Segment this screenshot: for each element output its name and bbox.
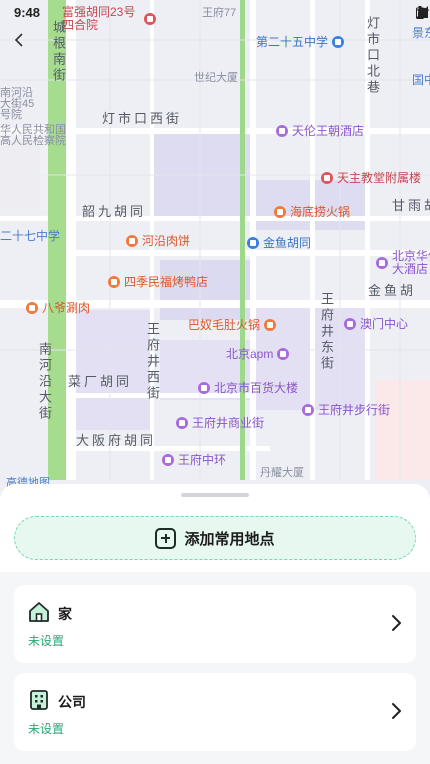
- hotel-icon: [276, 125, 288, 137]
- area-label: 世纪大厦: [194, 72, 238, 84]
- poi-heyan[interactable]: 河沿肉饼: [126, 235, 190, 247]
- poi-fuqiang[interactable]: 富强胡同23号四合院: [62, 6, 156, 32]
- street-label: 南河沿大街: [37, 342, 52, 422]
- area-label: 丹耀大厦: [260, 467, 304, 479]
- landmark-icon: [321, 172, 333, 184]
- restaurant-icon: [264, 319, 277, 331]
- shopping-icon: [277, 348, 290, 360]
- street-label: 王府井西街: [145, 322, 160, 402]
- poi-siji[interactable]: 四季民福烤鸭店: [108, 276, 208, 288]
- sheet-header: 添加常用地点: [0, 484, 430, 572]
- home-icon: [29, 602, 49, 622]
- building-icon: [30, 690, 48, 710]
- chevron-left-icon: [14, 33, 23, 47]
- restaurant-icon: [274, 206, 286, 218]
- street-label: 甘雨胡: [392, 198, 430, 213]
- home-title: 家: [58, 606, 72, 622]
- poi-bayeshu[interactable]: 八爷涮肉: [26, 302, 90, 314]
- poi-school[interactable]: 第二十五中学: [256, 36, 345, 48]
- street-label: 菜厂胡同: [68, 374, 133, 389]
- street-label: 王府井东街: [319, 292, 334, 372]
- area-label: 华人民共和国高人民检察院: [0, 124, 66, 147]
- restaurant-icon: [26, 302, 38, 314]
- school-icon: [332, 36, 345, 48]
- street-label: 金鱼胡: [368, 283, 417, 298]
- area-label: 南河沿大街45号院: [0, 87, 35, 121]
- poi-macau[interactable]: 澳门中心: [344, 318, 408, 330]
- street-label: 韶九胡同: [82, 204, 147, 219]
- drag-handle[interactable]: [181, 493, 249, 497]
- poi-pin-icon: [144, 13, 156, 25]
- add-common-place-button[interactable]: 添加常用地点: [14, 516, 416, 560]
- subway-icon: [247, 237, 259, 249]
- company-title: 公司: [58, 694, 86, 710]
- poi-haidilao[interactable]: 海底捞火锅: [274, 206, 350, 218]
- plus-icon: [155, 527, 177, 549]
- poi-wfj-center[interactable]: 王府中环: [162, 454, 226, 466]
- poi-jinyu-station[interactable]: 金鱼胡同: [247, 237, 311, 249]
- area-label: 二十七中学: [0, 229, 61, 243]
- chevron-right-icon: [392, 703, 401, 719]
- poi-dept-store[interactable]: 北京市百货大楼: [198, 382, 298, 394]
- map-view[interactable]: 9:48 灯市口西街 韶九胡同 金鱼胡 甘雨胡 菜厂胡同 大阪府胡同 城根南街 …: [0, 0, 430, 500]
- poi-baxiao[interactable]: 巴奴毛肚火锅: [188, 319, 277, 331]
- shopping-icon: [162, 454, 174, 466]
- back-button[interactable]: [14, 32, 42, 56]
- chevron-right-icon: [392, 615, 401, 631]
- poi-wfj-commerce[interactable]: 王府井商业街: [176, 417, 264, 429]
- street-label: 大阪府胡同: [76, 433, 157, 448]
- area-label: 王府77: [202, 7, 237, 19]
- home-place-card[interactable]: 家 未设置: [14, 585, 416, 663]
- company-place-card[interactable]: 公司 未设置: [14, 673, 416, 751]
- shopping-icon: [198, 382, 210, 394]
- bottom-sheet: 添加常用地点 家 未设置 公司 未设置: [0, 484, 430, 764]
- company-status: 未设置: [28, 722, 65, 736]
- restaurant-icon: [126, 235, 138, 247]
- poi-wfj-walk[interactable]: 王府井步行街: [302, 404, 390, 416]
- poi-catholic[interactable]: 天主教堂附属楼: [321, 172, 421, 184]
- street-label: 灯市口北巷: [365, 16, 380, 96]
- area-label: 景东: [412, 26, 430, 40]
- status-time: 9:48: [14, 5, 41, 20]
- battery-icon: [416, 6, 424, 19]
- poi-apm[interactable]: 北京apm: [226, 348, 290, 360]
- poi-tianlun[interactable]: 天伦王朝酒店: [276, 125, 364, 137]
- hotel-icon: [376, 257, 388, 269]
- area-label: 国中: [412, 73, 430, 87]
- home-status: 未设置: [28, 634, 65, 648]
- shopping-icon: [176, 417, 188, 429]
- street-label: 灯市口西街: [102, 111, 183, 126]
- shopping-icon: [302, 404, 314, 416]
- poi-beijing-hua[interactable]: 北京华侨大酒店: [376, 250, 430, 276]
- restaurant-icon: [108, 276, 120, 288]
- building-icon: [344, 318, 356, 330]
- add-place-label: 添加常用地点: [184, 530, 275, 548]
